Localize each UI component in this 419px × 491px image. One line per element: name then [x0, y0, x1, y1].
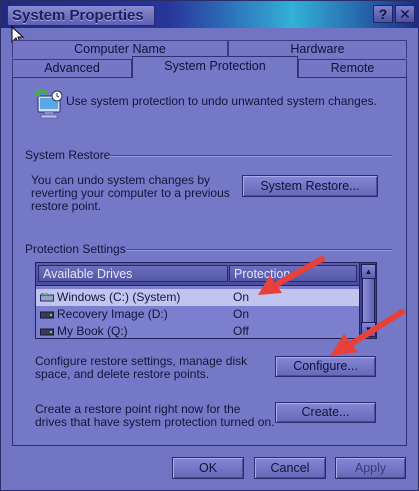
drives-scrollbar[interactable]: ▲ ▼ [359, 263, 376, 338]
system-protection-icon [34, 89, 63, 119]
drive-name: My Book (Q:) [57, 324, 128, 338]
cancel-button[interactable]: Cancel [254, 457, 326, 479]
drives-list-header: Available Drives Protection [36, 263, 361, 286]
system-drive-icon [40, 293, 54, 302]
scroll-up-arrow-icon[interactable]: ▲ [361, 264, 376, 279]
system-restore-button[interactable]: System Restore... [242, 175, 378, 197]
scroll-down-arrow-icon[interactable]: ▼ [361, 322, 376, 337]
tab-remote[interactable]: Remote [298, 59, 407, 77]
configure-description: Configure restore settings, manage disk … [35, 354, 248, 381]
apply-button[interactable]: Apply [335, 457, 406, 479]
system-protection-panel: Use system protection to undo unwanted s… [12, 77, 407, 446]
drive-row-c[interactable]: Windows (C:) (System) On [36, 289, 361, 306]
window-title: System Properties [7, 5, 155, 26]
create-description: Create a restore point right now for the… [35, 402, 275, 429]
title-bar[interactable]: System Properties ? ✕ [1, 1, 418, 28]
protection-settings-heading: Protection Settings [25, 242, 126, 256]
configure-button[interactable]: Configure... [275, 356, 376, 377]
column-header-protection[interactable]: Protection [229, 265, 357, 282]
tab-advanced[interactable]: Advanced [12, 59, 132, 77]
section-divider [108, 155, 392, 157]
drive-protection-status: Off [233, 324, 249, 338]
intro-text: Use system protection to undo unwanted s… [66, 94, 377, 108]
system-restore-heading: System Restore [25, 148, 111, 162]
tab-system-protection[interactable]: System Protection [132, 56, 298, 78]
drive-name: Windows (C:) (System) [57, 290, 181, 304]
drives-list[interactable]: Available Drives Protection Windows (C:)… [35, 262, 377, 339]
ok-button[interactable]: OK [172, 457, 244, 479]
drive-name: Recovery Image (D:) [57, 307, 168, 321]
column-header-available-drives[interactable]: Available Drives [38, 265, 228, 282]
drive-protection-status: On [233, 290, 250, 304]
help-button[interactable]: ? [373, 5, 393, 23]
drive-protection-status: On [233, 307, 250, 321]
section-divider [126, 249, 392, 251]
system-properties-window: System Properties ? ✕ Computer Name Hard… [0, 0, 419, 491]
drive-row-d[interactable]: Recovery Image (D:) On [36, 306, 361, 323]
scroll-thumb[interactable] [362, 278, 375, 324]
system-restore-description: You can undo system changes by reverting… [31, 173, 230, 213]
hard-drive-icon [40, 311, 54, 319]
drive-row-q[interactable]: My Book (Q:) Off [36, 323, 361, 338]
close-button[interactable]: ✕ [395, 5, 415, 23]
create-button[interactable]: Create... [275, 402, 376, 423]
hard-drive-icon [40, 328, 54, 336]
